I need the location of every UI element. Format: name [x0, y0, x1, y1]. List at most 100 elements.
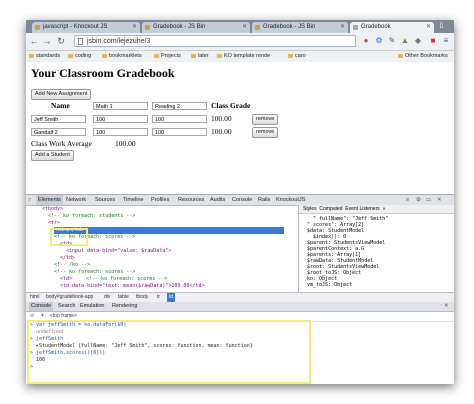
wrench-icon[interactable]: ✎ [387, 36, 397, 46]
close-devtools-icon[interactable]: ✕ [437, 195, 442, 205]
dom-line[interactable]: <!-- ko foreach: scores --> [86, 276, 167, 283]
score-input[interactable]: 100 [152, 115, 207, 123]
more-tabs-icon[interactable]: » [383, 206, 386, 212]
tab-drawer-rendering[interactable]: Rendering [112, 302, 137, 311]
dom-line[interactable]: <td data-bind="text: mean($rawData)">100… [60, 283, 205, 290]
bookmark-later[interactable]: later [191, 51, 209, 62]
tab-styles[interactable]: Styles [303, 206, 317, 212]
crumb-table[interactable]: table [118, 293, 129, 302]
lastpass-icon[interactable]: ● [361, 36, 371, 46]
score-input[interactable]: 100 [93, 115, 148, 123]
forward-icon[interactable]: → [42, 36, 52, 46]
ko-prop[interactable]: vm_toJS: Object [307, 282, 352, 288]
highlight-box [50, 228, 88, 246]
tab-network[interactable]: Network [66, 195, 86, 205]
student-name-input[interactable]: Gandalf 2 [31, 128, 86, 136]
tab-resources[interactable]: Resources [178, 195, 204, 205]
tab-drawer-console[interactable]: Console [29, 302, 54, 311]
bookmark-caro[interactable]: caro [288, 51, 306, 62]
close-tab-icon[interactable]: ✕ [340, 22, 345, 33]
inspect-icon[interactable]: ⌕ [28, 195, 31, 205]
class-average-value: 100.00 [115, 139, 136, 148]
close-tab-icon[interactable]: ✕ [242, 22, 247, 33]
dom-line[interactable]: <!-- ko foreach: scores --> [54, 269, 135, 276]
close-tab-icon[interactable]: ✕ [426, 22, 431, 33]
back-icon[interactable]: ← [29, 36, 39, 46]
crumb-div[interactable]: div [104, 293, 110, 302]
assignment-name-input[interactable]: Reading 2 [152, 102, 207, 110]
score-input[interactable]: 100 [152, 128, 207, 136]
highlight-box [27, 320, 311, 384]
tab-timeline[interactable]: Timeline [123, 195, 144, 205]
add-assignment-button[interactable]: Add New Assignment [31, 89, 92, 100]
tab-sources[interactable]: Sources [95, 195, 115, 205]
reload-icon[interactable]: ↻ [56, 36, 66, 46]
student-mean: 100.00 [211, 127, 232, 136]
crumb-body[interactable]: body#gradebook-app [46, 293, 93, 302]
folder-icon [68, 54, 73, 58]
tab-drawer-search[interactable]: Search [58, 302, 75, 311]
jsbin-icon [255, 25, 260, 30]
bookmark-other[interactable]: Other Bookmarks [398, 51, 448, 62]
student-mean: 100.00 [211, 114, 232, 123]
close-drawer-icon[interactable]: ✕ [444, 302, 449, 311]
drawer-tab-bar: Console Search Emulation Rendering ✕ [26, 302, 454, 312]
gradebook-page: Your Classroom Gradebook Add New Assignm… [26, 62, 454, 194]
add-student-button[interactable]: Add a Student [31, 150, 74, 161]
extension-icon[interactable]: ⚙ [374, 36, 384, 46]
dom-line[interactable]: </td> [60, 255, 75, 262]
sidebar-tabs: Styles Computed Event Listeners » [299, 205, 454, 214]
settings-icon[interactable]: ⚙ [416, 195, 421, 205]
devtools-panel: ⌕ Elements Network Sources Timeline Prof… [26, 194, 454, 384]
tab-gradebook[interactable]: Gradebook ✕ [350, 22, 434, 33]
tab-jsbin-1[interactable]: Gradebook - JS Bin ✕ [142, 22, 250, 33]
dom-line[interactable]: <tr> [48, 220, 60, 227]
tab-elements[interactable]: Elements [36, 195, 63, 205]
tab-audits[interactable]: Audits [210, 195, 225, 205]
crumb-tr[interactable]: tr [157, 293, 160, 302]
score-input[interactable]: 100 [93, 128, 148, 136]
window-close-icon[interactable]: ▯ [437, 22, 446, 30]
dom-tree: <tbody> <!-- ko foreach: students --> <t… [26, 205, 298, 292]
menu-icon[interactable]: ≡ [441, 36, 451, 46]
close-tab-icon[interactable]: ✕ [132, 22, 137, 33]
crumb-tbody[interactable]: tbody [136, 293, 148, 302]
tab-rails[interactable]: Rails [258, 195, 270, 205]
dom-line[interactable]: <tbody> [42, 206, 63, 213]
page-icon [353, 25, 358, 30]
crumb-td[interactable]: td [167, 293, 176, 302]
assignment-name-input[interactable]: Math 1 [93, 102, 148, 110]
bookmark-coding[interactable]: coding [68, 51, 91, 62]
share-icon[interactable]: ◆ [413, 36, 423, 46]
crumb-html[interactable]: html [30, 293, 39, 302]
stackoverflow-icon [35, 25, 40, 30]
tab-drawer-emulation[interactable]: Emulation [80, 302, 104, 311]
remove-student-button[interactable]: remove [252, 114, 279, 125]
dom-line[interactable]: <td> [60, 276, 72, 283]
dom-line-selected[interactable]: <td>…</td> [54, 227, 284, 234]
tab-jsbin-2[interactable]: Gradebook - JS Bin ✕ [252, 22, 348, 33]
dom-line[interactable]: <input data-bind="value: $rawData"> [66, 248, 171, 255]
tab-knockoutjs[interactable]: KnockoutJS [276, 195, 305, 205]
dom-line[interactable]: <!-- /ko --> [54, 262, 90, 269]
tab-computed[interactable]: Computed [319, 206, 342, 212]
folder-icon [191, 54, 196, 58]
folder-icon [288, 54, 293, 58]
dock-icon[interactable]: ▭ [426, 195, 431, 205]
evernote-icon[interactable]: ▲ [400, 36, 410, 46]
student-name-input[interactable]: Jeff Smith [31, 115, 86, 123]
bookmark-projects[interactable]: Projects [154, 51, 181, 62]
tab-console[interactable]: Console [232, 195, 252, 205]
knockout-context-pane: Styles Computed Event Listeners » " full… [298, 205, 454, 292]
bookmark-bookmarklets[interactable]: bookmarklets [102, 51, 142, 62]
dom-line[interactable]: <!-- ko foreach: students --> [48, 213, 135, 220]
tab-knockout-question[interactable]: javascript - Knockout JS ✕ [32, 22, 140, 33]
bookmark-standards[interactable]: standards [29, 51, 60, 62]
remove-student-button[interactable]: remove [252, 127, 279, 138]
console-drawer-icon[interactable]: ≡ [406, 195, 409, 205]
bookmark-ko-template[interactable]: KO template rende [217, 51, 270, 62]
adblock-icon[interactable]: ■ [428, 36, 438, 46]
tab-profiles[interactable]: Profiles [151, 195, 169, 205]
address-bar[interactable]: jsbin.com/lejezuhe/3 [74, 35, 356, 47]
tab-event-listeners[interactable]: Event Listeners [345, 206, 379, 212]
